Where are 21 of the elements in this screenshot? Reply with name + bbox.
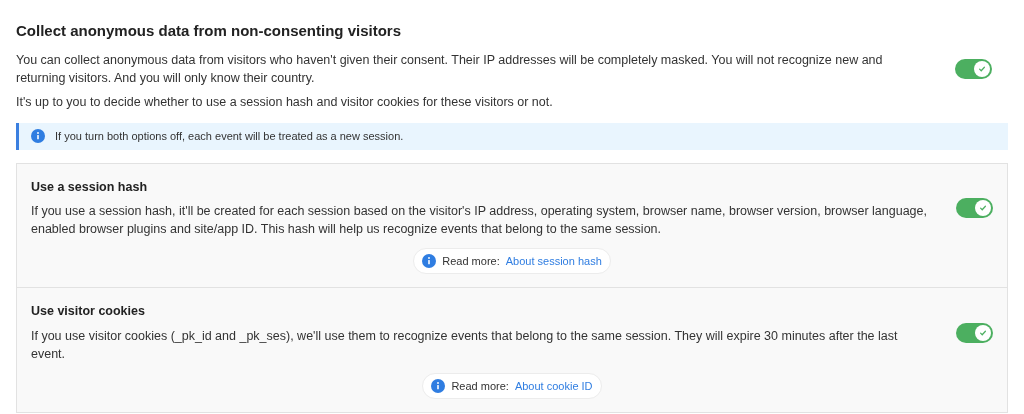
info-icon: [422, 254, 437, 269]
check-icon: [978, 64, 986, 73]
read-more-link[interactable]: About session hash: [505, 253, 602, 270]
info-notice: If you turn both options off, each event will be treated as a new session.: [16, 122, 1008, 150]
info-icon: [431, 379, 446, 393]
option-title: Use a session hash: [31, 178, 149, 196]
toggle-switch[interactable]: [956, 322, 993, 343]
option-description: If you use visitor cookies (_pk_id and _pk_ses), we'll use them to recognize events that belong to the same session. They will expire 30 minutes after the last event.: [31, 328, 899, 363]
check-icon: [979, 203, 987, 212]
toggle-switch[interactable]: [955, 58, 992, 79]
read-more-label: Read more:: [451, 378, 509, 394]
description-text: You can collect anonymous data from visitors who haven't given their consent. Their IP addresses will be completely masked. You will not recognize new and returning visitors. And you will only know their country.: [16, 51, 884, 87]
option-description: If you use a session hash, it'll be created for each session based on the visitor's IP address, operating system, browser name, browser version, browser language, enabled browser plugins and site/app ID. This hash will help us recognize events that belong to the same session.: [31, 203, 928, 239]
read-more-label: Read more:: [442, 254, 500, 269]
toggle-switch[interactable]: [956, 197, 993, 218]
description-text: It's up to you to decide whether to use a session hash and visitor cookies for these visitors or not.: [16, 93, 554, 111]
info-icon: [31, 129, 45, 143]
option-title: Use visitor cookies: [31, 303, 146, 321]
check-icon: [979, 328, 987, 337]
read-more-link[interactable]: About cookie ID: [514, 377, 593, 395]
section-title: Collect anonymous data from non-consenting visitors: [16, 21, 403, 41]
